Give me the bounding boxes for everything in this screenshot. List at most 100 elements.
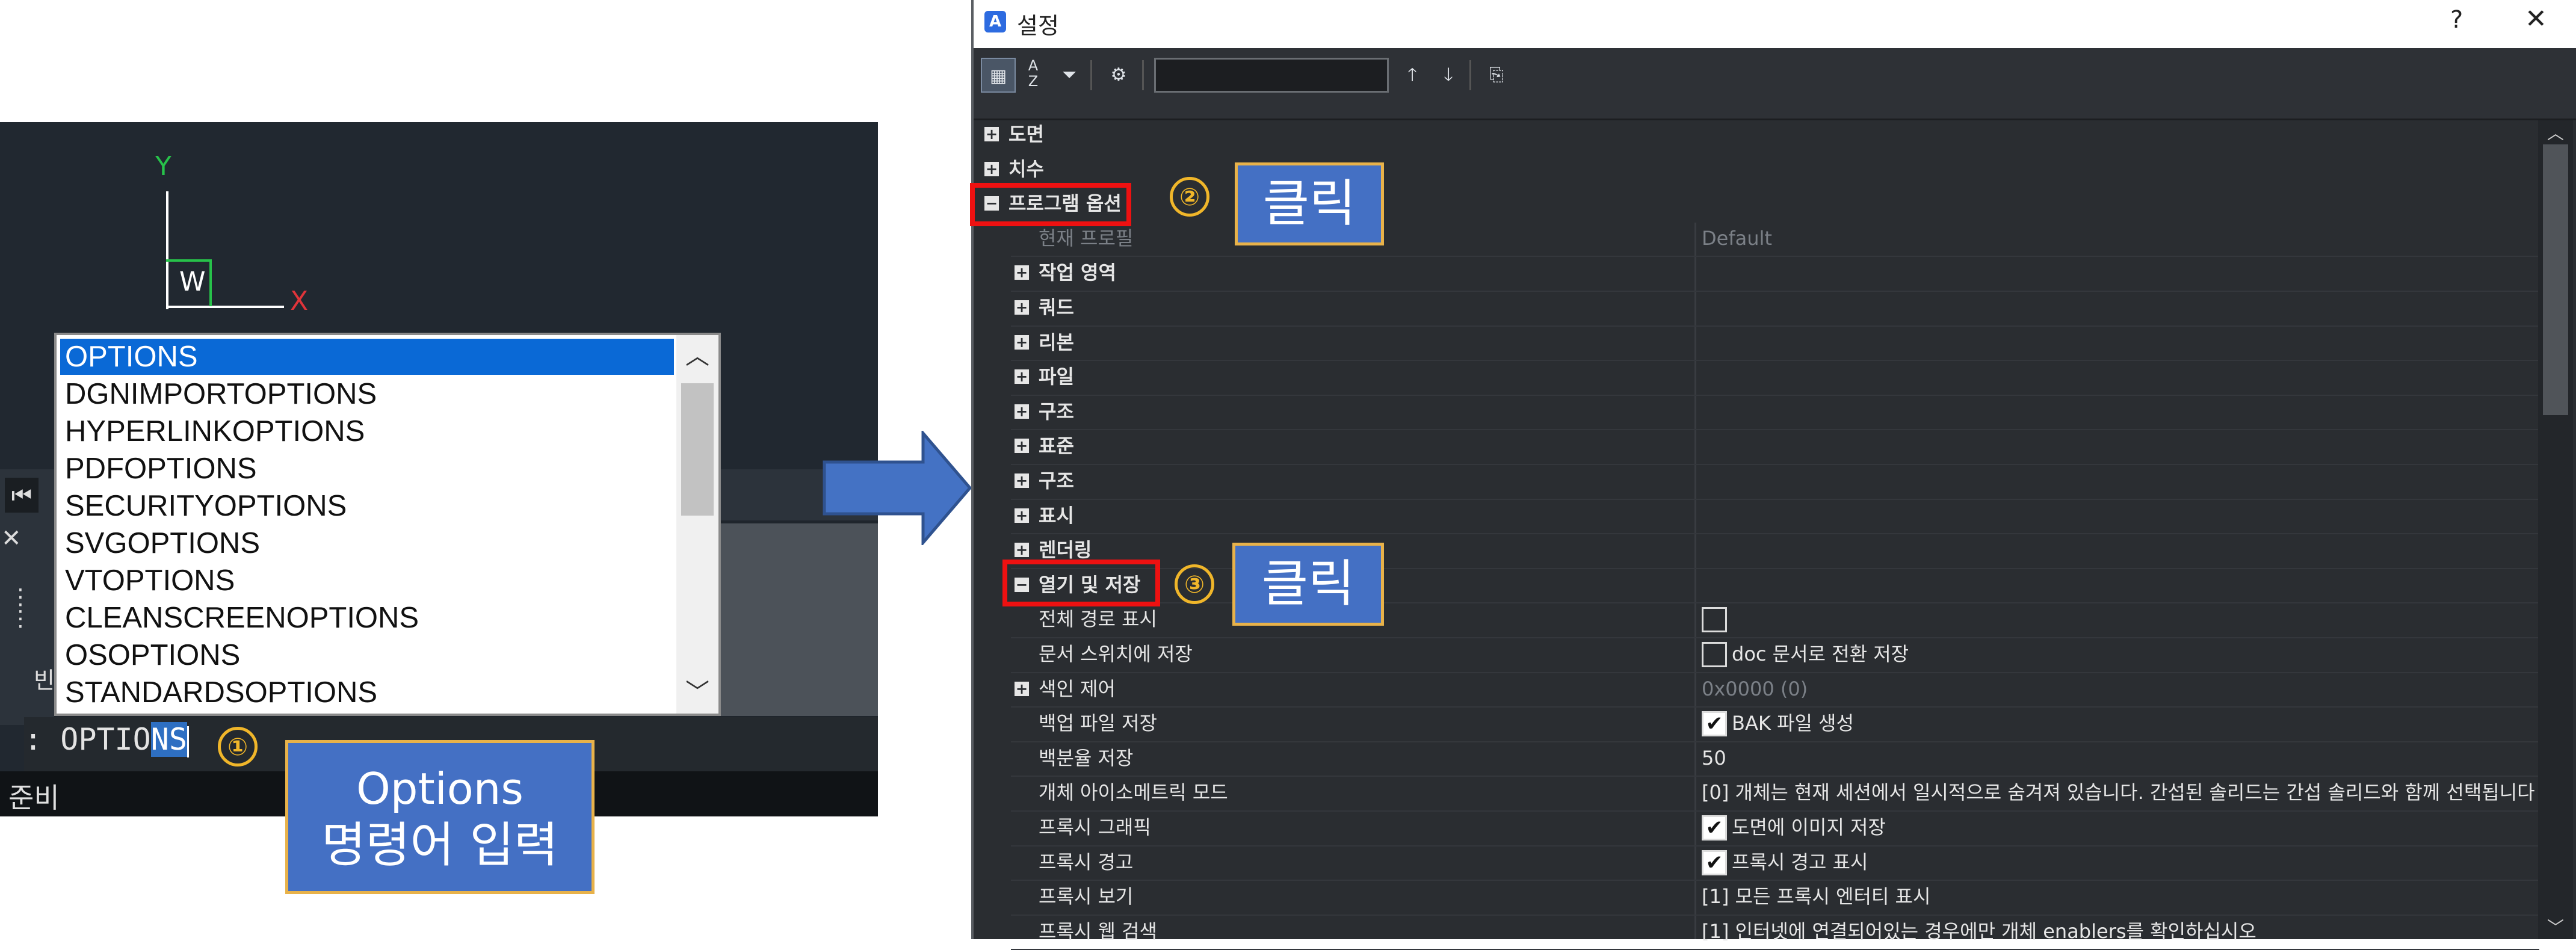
command-input[interactable]: : OPTIONS [24,722,189,757]
scroll-down-icon[interactable]: ﹀ [676,671,718,714]
scroll-up-icon[interactable]: ︿ [2538,120,2573,144]
expand-icon[interactable]: + [984,127,999,141]
y-axis-label: Y [155,151,171,182]
setting-value[interactable]: doc 문서로 전환 저장 [1732,637,1909,671]
autocomplete-item[interactable]: HYPERLINKOPTIONS [60,413,674,449]
setting-value[interactable]: [0] 개체는 현재 세션에서 일시적으로 숨겨져 있습니다. 간섭된 솔리드는… [1702,776,2535,809]
autocomplete-item[interactable]: OSOPTIONS [60,637,674,673]
row-divider [1011,291,2539,292]
flow-arrow-icon [823,431,972,545]
tree-item-label[interactable]: 표시 [1039,499,1074,532]
tree-item-label[interactable]: 치수 [1008,152,1044,186]
filter-icon[interactable]: ⏷ [1052,58,1087,93]
step-1-callout-line-1: Options [356,763,524,814]
search-down-arrow-icon[interactable]: 🡓 [1431,58,1466,93]
app-logo-icon: A [984,11,1006,32]
autocomplete-item[interactable]: DGNIMPORTOPTIONS [60,376,674,412]
autocomplete-item[interactable]: SVGOPTIONS [60,525,674,561]
setting-checkbox[interactable] [1702,642,1727,667]
tree-item-label[interactable]: 개체 아이소메트릭 모드 [1039,776,1228,809]
tree-item-label[interactable]: 파일 [1039,360,1074,393]
command-prompt-symbol: : [24,722,61,757]
expand-icon[interactable]: + [984,161,999,176]
categorized-view-icon[interactable]: ▦ [981,58,1016,93]
tree-item-label[interactable]: 문서 스위치에 저장 [1039,637,1193,671]
setting-value[interactable]: Default [1702,221,1772,255]
setting-value[interactable]: [1] 인터넷에 연결되어있는 경우에만 개체 enablers를 확인하십시오 [1702,915,2256,948]
row-divider [1011,256,2539,258]
tree-item-label[interactable]: 프록시 경고 [1039,845,1133,879]
setting-checkbox[interactable] [1702,607,1727,633]
scroll-up-icon[interactable]: ︿ [676,335,718,377]
setting-value[interactable]: 도면에 이미지 저장 [1732,810,1886,844]
tree-item-label[interactable]: 백업 파일 저장 [1039,706,1157,740]
tree-item-label[interactable]: 쿼드 [1039,291,1074,324]
tree-item-label[interactable]: 리본 [1039,325,1074,359]
expand-icon[interactable]: + [1015,543,1029,558]
step-1-callout: Options 명령어 입력 [285,740,595,894]
tree-item-label[interactable]: 도면 [1008,117,1044,151]
autocomplete-item[interactable]: SECURITYOPTIONS [60,488,674,524]
highlight-open-and-save [1002,560,1160,606]
autocomplete-item[interactable]: OPTIONS [60,339,674,375]
tree-item-label[interactable]: 프록시 웹 검색 [1039,915,1157,948]
tree-item-label[interactable]: 구조 [1039,464,1074,498]
setting-value[interactable]: [1] 모든 프록시 엔터티 표시 [1702,880,1930,913]
tree-item-label[interactable]: 현재 프로필 [1039,221,1133,255]
sort-alphabetical-icon[interactable]: AZ [1016,58,1051,93]
setting-value[interactable]: 0x0000 (0) [1702,672,1808,706]
expand-icon[interactable]: + [1015,369,1029,384]
help-button[interactable]: ? [2450,6,2463,34]
step-2-badge: ② [1170,177,1209,217]
first-layout-icon[interactable]: ⏮ [5,478,39,513]
expand-icon[interactable]: + [1015,681,1029,696]
tree-item-label[interactable]: 전체 경로 표시 [1039,602,1157,636]
expand-icon[interactable]: + [1015,508,1029,523]
export-settings-icon[interactable]: ⎘ [1479,58,1514,93]
settings-gear-icon[interactable]: ⚙ [1101,58,1136,93]
tree-item-label[interactable]: 프록시 그래픽 [1039,810,1151,844]
tree-item-label[interactable]: 색인 제어 [1039,672,1116,706]
autocomplete-item[interactable]: VTOPTIONS [60,563,674,599]
close-command-icon[interactable]: ✕ [1,525,22,552]
highlight-program-options [970,183,1131,226]
setting-value[interactable]: 50 [1702,741,1726,775]
scroll-down-icon[interactable]: ﹀ [2538,915,2573,939]
autocomplete-item[interactable]: PDFOPTIONS [60,451,674,487]
step-1-callout-line-2: 명령어 입력 [321,817,558,873]
expand-icon[interactable]: + [1015,335,1029,350]
expand-icon[interactable]: + [1015,404,1029,419]
dialog-titlebar[interactable] [974,0,2576,48]
expand-icon[interactable]: + [1015,265,1029,280]
tree-item-label[interactable]: 구조 [1039,395,1074,428]
step-1-badge: ① [218,727,258,766]
tree-item-label[interactable]: 백분율 저장 [1039,741,1133,775]
autocomplete-item[interactable]: STANDARDSOPTIONS [60,674,674,711]
autocomplete-scroll-thumb[interactable] [681,383,714,516]
search-up-arrow-icon[interactable]: 🡑 [1395,58,1430,93]
row-divider [1011,498,2539,500]
setting-checkbox[interactable]: ✔ [1702,850,1727,875]
autocomplete-scrollbar[interactable]: ︿ ﹀ [676,335,718,714]
expand-icon[interactable]: + [1015,473,1029,488]
command-autocomplete-list[interactable]: OPTIONS DGNIMPORTOPTIONS HYPERLINKOPTIONS P… [54,333,721,716]
setting-value[interactable]: 프록시 경고 표시 [1732,845,1868,879]
expand-icon[interactable]: + [1015,300,1029,315]
setting-checkbox[interactable]: ✔ [1702,711,1727,737]
tree-item-label[interactable]: 작업 영역 [1039,256,1116,289]
setting-value[interactable]: BAK 파일 생성 [1732,706,1854,740]
row-divider [1011,741,2539,742]
settings-scroll-thumb[interactable] [2543,144,2568,415]
row-divider [1011,429,2539,431]
drag-handle-icon[interactable]: ⋮ ⋮ [10,587,31,630]
step-3-badge: ③ [1175,564,1214,604]
status-text: 준비 [8,782,60,814]
setting-checkbox[interactable]: ✔ [1702,815,1727,841]
tree-item-label[interactable]: 프록시 보기 [1039,880,1133,913]
ucs-world-label: W [179,267,206,297]
settings-search-input[interactable] [1154,58,1389,93]
tree-item-label[interactable]: 표준 [1039,429,1074,463]
autocomplete-item[interactable]: CLEANSCREENOPTIONS [60,600,674,636]
close-button[interactable]: ✕ [2525,4,2547,34]
expand-icon[interactable]: + [1015,439,1029,454]
